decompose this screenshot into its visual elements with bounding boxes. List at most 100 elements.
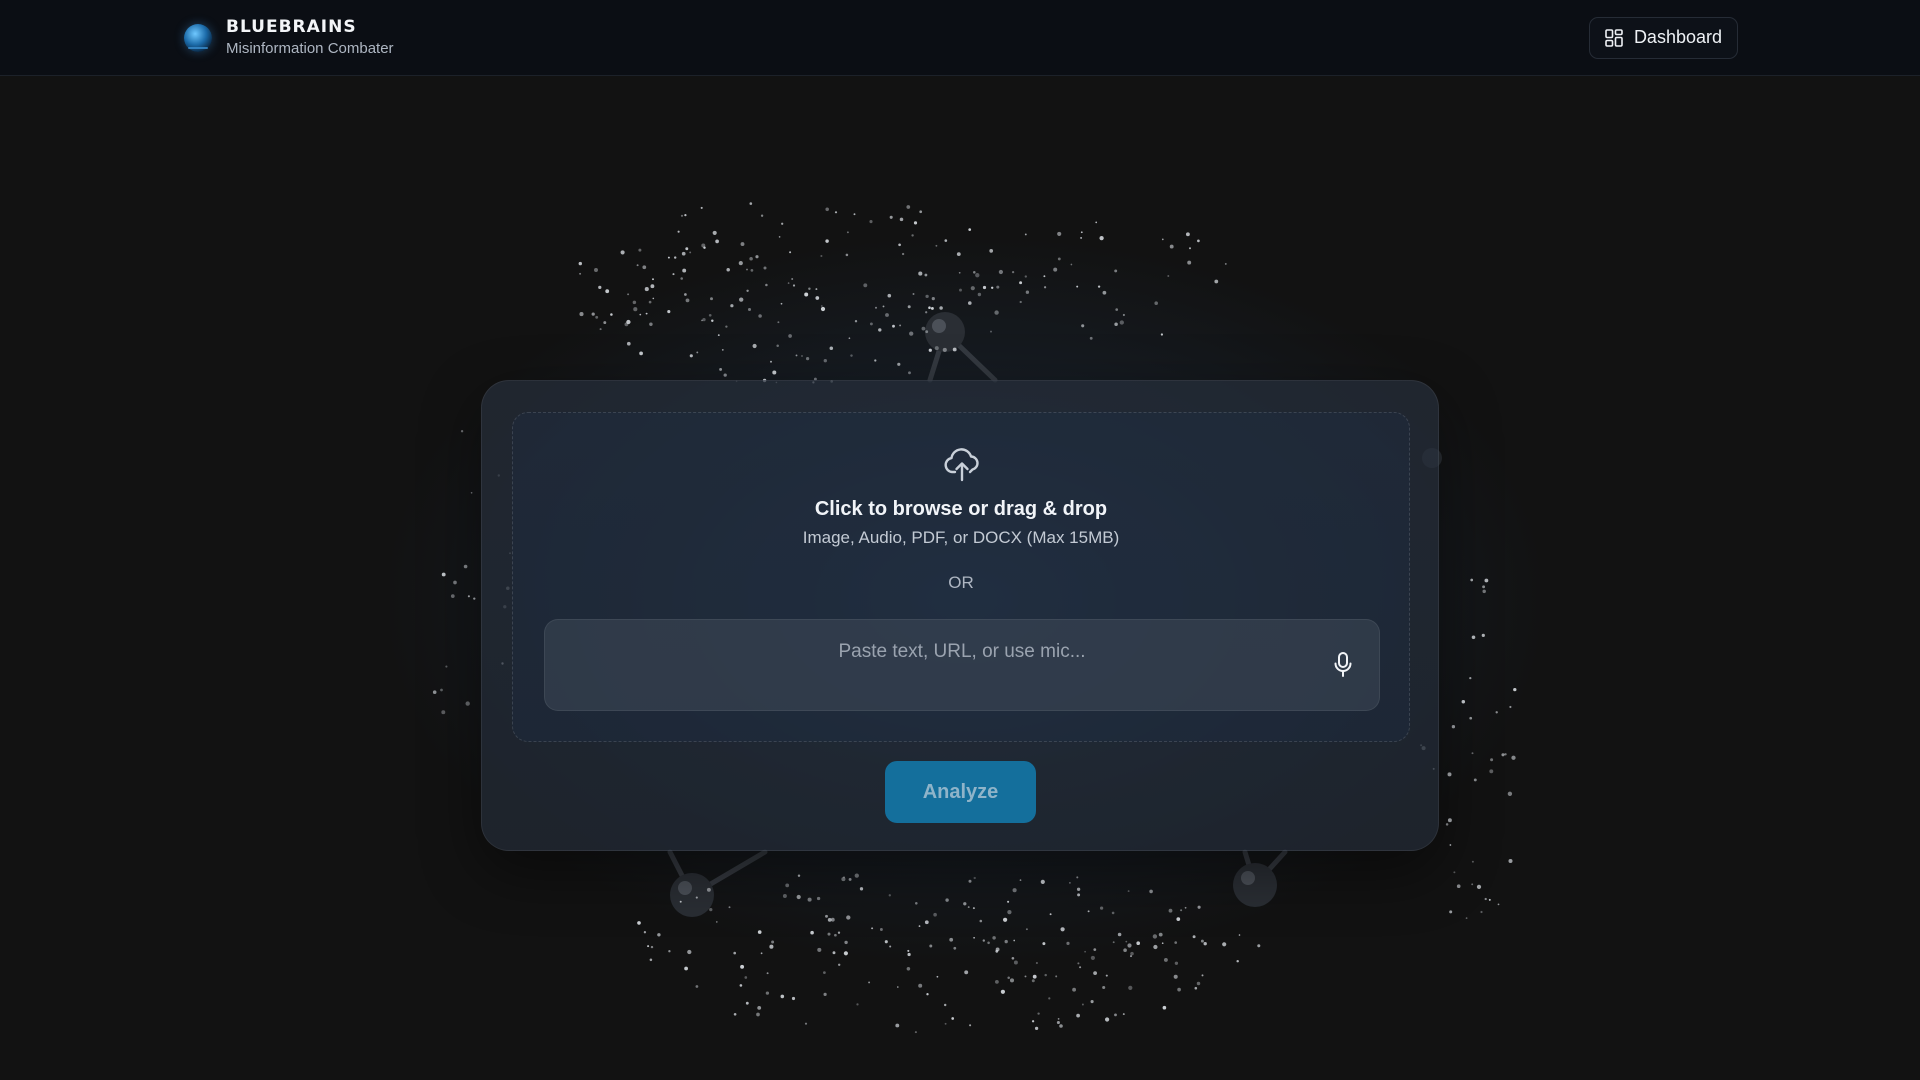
dust-particle: [760, 952, 763, 955]
dust-particle: [869, 220, 873, 224]
dust-particle: [645, 312, 648, 315]
dust-particle: [1508, 858, 1513, 864]
dust-particle: [991, 286, 994, 289]
brand[interactable]: BLUEBRAINS Misinformation Combater: [184, 18, 394, 57]
dust-particle: [750, 269, 754, 272]
dashboard-button[interactable]: Dashboard: [1588, 16, 1738, 59]
dust-particle: [936, 975, 939, 978]
dust-particle: [977, 292, 982, 297]
dust-particle: [1080, 231, 1083, 234]
dust-particle: [1099, 906, 1104, 910]
dust-particle: [650, 284, 655, 289]
dust-particle: [763, 266, 767, 270]
dust-particle: [689, 251, 692, 254]
dust-particle: [951, 1017, 955, 1020]
dust-particle: [679, 900, 682, 903]
dust-particle: [816, 896, 821, 901]
dust-particle: [838, 963, 841, 966]
dust-particle: [756, 1012, 760, 1017]
dust-particle: [1007, 900, 1010, 903]
dust-particle: [726, 267, 730, 272]
dust-particle: [610, 313, 613, 316]
dust-particle: [1079, 966, 1082, 969]
dust-particle: [878, 328, 882, 332]
dust-particle: [1161, 238, 1164, 241]
dust-particle: [733, 951, 737, 955]
dust-particle: [815, 296, 820, 300]
dust-particle: [648, 300, 652, 304]
dust-particle: [1019, 281, 1023, 285]
dust-particle: [1177, 987, 1181, 992]
dust-particle: [1057, 1018, 1060, 1020]
dust-particle: [772, 370, 777, 375]
dust-particle: [815, 288, 818, 291]
dust-particle: [792, 284, 796, 287]
dust-particle: [1187, 260, 1192, 265]
dust-particle: [995, 980, 999, 984]
dust-particle: [930, 306, 934, 310]
dust-particle: [1013, 939, 1016, 942]
dust-particle: [1453, 871, 1456, 874]
dust-particle: [1059, 1024, 1063, 1028]
grid-icon: [1605, 28, 1623, 47]
dust-particle: [1128, 985, 1133, 991]
dust-particle: [1469, 716, 1473, 720]
dust-particle: [943, 1003, 947, 1007]
dust-particle: [1194, 986, 1198, 990]
dust-particle: [758, 314, 762, 318]
dust-particle: [1077, 893, 1081, 897]
dust-particle: [650, 945, 654, 949]
dust-particle: [746, 268, 748, 271]
dust-particle: [820, 306, 826, 312]
brain-globe-logo: [184, 23, 212, 52]
brand-subtitle: Misinformation Combater: [226, 39, 394, 57]
dust-particle: [465, 701, 470, 706]
dust-particle: [1076, 285, 1079, 288]
dust-particle: [695, 985, 699, 988]
file-dropzone[interactable]: Click to browse or drag & drop Image, Au…: [512, 412, 1410, 742]
dust-particle: [1154, 301, 1158, 305]
dust-particle: [919, 210, 923, 214]
dust-particle: [1048, 997, 1051, 1000]
dust-particle: [1105, 974, 1108, 977]
dust-particle: [1011, 956, 1015, 960]
dust-particle: [1042, 942, 1046, 946]
microphone-icon[interactable]: [1331, 651, 1355, 679]
dust-particle: [1070, 263, 1073, 266]
dust-particle: [848, 337, 851, 340]
text-url-input[interactable]: [545, 620, 1379, 684]
dust-particle: [1102, 290, 1107, 295]
dust-particle: [1115, 308, 1119, 311]
dust-particle: [848, 877, 852, 881]
dust-particle: [1158, 932, 1163, 937]
dust-particle: [1149, 889, 1153, 894]
dust-particle: [1470, 578, 1474, 582]
dust-particle: [594, 268, 598, 272]
dust-particle: [766, 972, 769, 975]
dust-particle: [674, 256, 677, 259]
dust-particle: [1040, 879, 1045, 884]
dust-particle: [825, 239, 829, 243]
dust-particle: [944, 1022, 947, 1025]
dust-particle: [789, 251, 792, 254]
dust-particle: [649, 958, 653, 962]
dust-particle: [1203, 942, 1207, 946]
dust-particle: [441, 572, 446, 577]
dust-particle: [599, 328, 602, 331]
dust-particle: [1445, 823, 1449, 826]
dust-particle: [681, 251, 686, 256]
dust-particle: [841, 877, 846, 882]
dust-particle: [473, 597, 476, 600]
dust-particle: [1469, 676, 1472, 680]
dust-particle: [1025, 928, 1028, 931]
dust-particle: [963, 902, 967, 906]
dust-particle: [949, 937, 954, 942]
dust-particle: [907, 949, 910, 952]
dust-particle: [757, 930, 762, 934]
analyze-button[interactable]: Analyze: [885, 761, 1036, 823]
dust-particle: [1019, 300, 1022, 304]
dust-particle: [832, 951, 836, 955]
dust-particle: [578, 261, 582, 266]
dust-particle: [1032, 974, 1037, 979]
dust-particle: [804, 1022, 808, 1025]
